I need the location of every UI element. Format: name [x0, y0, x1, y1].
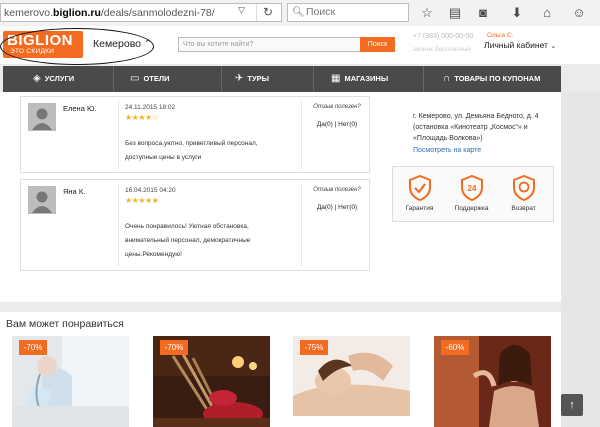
nav-divider	[423, 66, 424, 92]
scroll-to-top-button[interactable]: ↑	[561, 394, 583, 416]
nav-label: ТОВАРЫ ПО КУПОНАМ	[454, 74, 541, 83]
nav-item-coupon-goods[interactable]: ∩ ТОВАРЫ ПО КУПОНАМ	[443, 66, 540, 92]
account-menu[interactable]: Личный кабинет ⌄	[484, 40, 556, 50]
reading-list-icon[interactable]: ▤	[446, 4, 464, 22]
download-icon[interactable]: ⬇	[508, 4, 526, 22]
useful-label: Отзыв полезен?	[313, 187, 361, 193]
reviewer-name: Елена Ю.	[63, 104, 97, 113]
chat-icon[interactable]: ☺	[570, 4, 588, 22]
deal-card[interactable]: -75%	[293, 336, 410, 427]
nav-item-hotels[interactable]: ▭ ОТЕЛИ	[130, 66, 170, 92]
headphones-icon: ∩	[443, 73, 451, 84]
nav-label: МАГАЗИНЫ	[344, 74, 389, 83]
phone-note: звонок бесплатный	[413, 46, 471, 53]
divider	[301, 101, 302, 169]
discount-badge: -60%	[441, 340, 469, 355]
divider	[118, 184, 119, 266]
deal-address: г. Кемерово, ул. Демьяна Бедного, д. 4 (…	[413, 113, 539, 142]
discount-badge: -70%	[160, 340, 188, 355]
nav-label: ТУРЫ	[247, 74, 269, 83]
review-text-line: Очень понравилось! Уютная обстановка,	[125, 223, 249, 230]
user-name[interactable]: Ольга С.	[487, 32, 513, 39]
refund-icon	[512, 175, 535, 201]
rating-stars: ★★★★★	[125, 196, 159, 205]
url-domain: biglion.ru	[53, 7, 101, 19]
site-search-input[interactable]: Что вы хотите найти?	[178, 37, 360, 52]
divider	[301, 184, 302, 266]
annotation-ellipse	[0, 28, 154, 65]
guarantee-label: Поддержка	[454, 205, 489, 212]
chevron-down-icon: ⌄	[550, 43, 557, 50]
reviewer-name: Яна К.	[63, 187, 86, 196]
rating-stars: ★★★★☆	[125, 113, 159, 122]
deal-card[interactable]: -70%	[153, 336, 270, 427]
discount-badge: -70%	[19, 340, 47, 355]
phone-number: +7 (383) 000-00-00	[413, 33, 474, 40]
nav-label: УСЛУГИ	[44, 74, 75, 83]
nav-divider	[313, 66, 314, 92]
reload-icon[interactable]: ↻	[256, 4, 279, 21]
arrow-up-icon: ↑	[569, 399, 575, 411]
pocket-icon[interactable]: ◙	[474, 4, 492, 22]
useful-vote-buttons[interactable]: Да(0) | Нет(0)	[307, 121, 367, 128]
review-text-line: Без вопроса,уютно, приветливый персонал,	[125, 140, 258, 147]
guarantee-item[interactable]: Гарантия	[397, 170, 442, 222]
guarantee-item[interactable]: Возврат	[501, 170, 546, 222]
useful-vote-buttons[interactable]: Да(0) | Нет(0)	[307, 204, 367, 211]
nav-divider	[221, 66, 222, 92]
bed-icon: ▭	[130, 73, 140, 84]
plane-icon: ✈	[235, 73, 244, 84]
review-text-line: внимательный персонал, демократичные	[125, 237, 251, 244]
guarantee-label: Возврат	[511, 205, 536, 212]
map-link[interactable]: Посмотреть на карте	[413, 147, 481, 154]
divider	[118, 101, 119, 169]
guarantee-item[interactable]: 24 Поддержка	[449, 170, 494, 222]
search-icon: 🔍︎	[292, 7, 305, 18]
discount-badge: -75%	[300, 340, 328, 355]
review-date: 24.11.2015 18:02	[125, 104, 176, 111]
nav-label: ОТЕЛИ	[143, 74, 170, 83]
avatar	[28, 186, 56, 214]
support-24-icon: 24	[460, 175, 483, 201]
site-search-button[interactable]: Поиск	[360, 37, 395, 52]
deal-card[interactable]: -70%	[12, 336, 129, 427]
guarantee-label: Гарантия	[405, 205, 434, 212]
shop-icon: ▦	[331, 73, 341, 84]
nav-item-tours[interactable]: ✈ ТУРЫ	[235, 66, 269, 92]
nav-divider	[113, 66, 114, 92]
section-title: Вам может понравиться	[6, 318, 124, 330]
page-background-strip	[561, 92, 600, 427]
review-card: Елена Ю. 24.11.2015 18:02 ★★★★☆ Без вопр…	[20, 96, 370, 173]
nav-item-shops[interactable]: ▦ МАГАЗИНЫ	[331, 66, 388, 92]
chevron-down-icon[interactable]: ▽	[238, 5, 245, 16]
browser-search-placeholder: Поиск	[306, 6, 336, 18]
browser-search-input[interactable]: 🔍︎ Поиск	[287, 3, 409, 22]
bookmark-star-icon[interactable]: ☆	[418, 4, 436, 22]
review-text-line: цены.Рекомендую!	[125, 251, 182, 258]
home-icon[interactable]: ⌂	[538, 4, 556, 22]
nav-item-services[interactable]: ◈ УСЛУГИ	[33, 66, 74, 92]
useful-label: Отзыв полезен?	[313, 104, 361, 110]
cabinet-label: Личный кабинет	[484, 40, 548, 50]
main-nav: ◈ УСЛУГИ ▭ ОТЕЛИ ✈ ТУРЫ ▦ МАГАЗИНЫ ∩ ТОВАРЫ П…	[3, 66, 561, 92]
shield-check-icon	[408, 175, 431, 201]
svg-text:24: 24	[467, 184, 476, 193]
url-prefix: kemerovo.	[4, 7, 54, 19]
review-date: 16.04.2015 04:20	[125, 187, 176, 194]
url-path: /deals/sanmolodezni-78/	[100, 7, 215, 19]
browser-toolbar: kemerovo.biglion.ru/deals/sanmolodezni-7…	[0, 0, 600, 27]
tag-icon: ◈	[33, 73, 41, 84]
review-card: Яна К. 16.04.2015 04:20 ★★★★★ Очень понр…	[20, 179, 370, 271]
deal-card[interactable]: -60%	[434, 336, 551, 427]
review-text-line: доступные цены в услуги	[125, 154, 202, 161]
avatar	[28, 103, 56, 131]
